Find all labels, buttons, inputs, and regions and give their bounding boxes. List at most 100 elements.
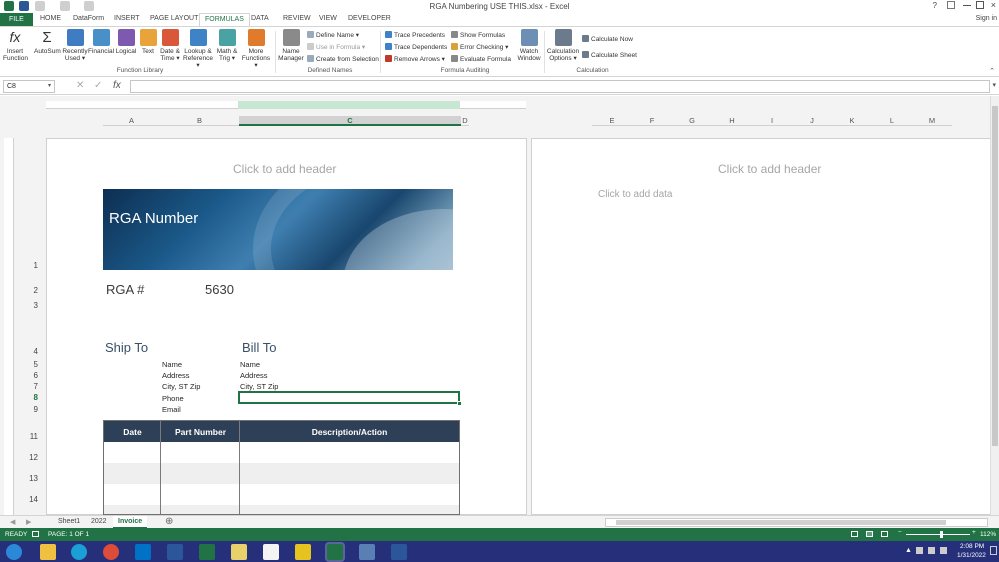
ship-city-field[interactable]: City, ST Zip	[162, 382, 200, 391]
tab-file[interactable]: FILE	[0, 13, 33, 26]
clock-date[interactable]: 1/31/2022	[957, 552, 986, 559]
next-sheet-icon[interactable]: ▶	[26, 518, 31, 526]
bill-name-field[interactable]: Name	[240, 360, 260, 369]
watch-window-button[interactable]: Watch Window	[516, 29, 542, 62]
trace-precedents-button[interactable]: Trace Precedents	[385, 31, 445, 39]
remote-desktop-icon[interactable]	[359, 544, 375, 560]
more-functions-button[interactable]: More Functions ▾	[240, 29, 272, 69]
previous-sheet-icon[interactable]: ◀	[10, 518, 15, 526]
volume-icon[interactable]	[928, 547, 935, 554]
table-row[interactable]	[104, 484, 459, 505]
row-header-13[interactable]: 13	[0, 474, 38, 483]
column-header-i[interactable]: I	[752, 116, 792, 126]
tray-arrow-icon[interactable]: ▲	[905, 547, 912, 554]
calculate-sheet-button[interactable]: Calculate Sheet	[582, 51, 637, 59]
puzzle-app-icon[interactable]	[263, 544, 279, 560]
formula-input[interactable]	[130, 80, 990, 93]
battery-icon[interactable]	[940, 547, 947, 554]
zoom-in-icon[interactable]: +	[972, 529, 976, 536]
add-data-placeholder[interactable]: Click to add data	[598, 189, 673, 200]
logical-button[interactable]: Logical	[114, 29, 138, 55]
row-header-4[interactable]: 4	[0, 347, 38, 356]
new-sheet-icon[interactable]: ⊕	[165, 516, 173, 527]
vertical-scrollbar[interactable]	[990, 96, 999, 515]
tab-insert[interactable]: INSERT	[114, 15, 140, 22]
row-header-8[interactable]: 8	[0, 393, 38, 402]
column-header-c[interactable]: C	[239, 116, 461, 126]
start-button-icon[interactable]	[6, 544, 22, 560]
ship-phone-field[interactable]: Phone	[162, 394, 184, 403]
sign-in-link[interactable]: Sign in	[976, 15, 997, 22]
column-header-g[interactable]: G	[672, 116, 712, 126]
column-header-f[interactable]: F	[632, 116, 672, 126]
financial-button[interactable]: Financial	[88, 29, 114, 55]
tab-formulas[interactable]: FORMULAS	[199, 13, 250, 27]
help-icon[interactable]: ?	[933, 1, 937, 10]
restore-icon[interactable]	[976, 1, 984, 9]
ship-address-field[interactable]: Address	[162, 371, 190, 380]
notifications-icon[interactable]	[990, 546, 997, 555]
page-layout-view-icon[interactable]	[866, 531, 873, 537]
row-header-2[interactable]: 2	[0, 286, 38, 295]
column-header-k[interactable]: K	[832, 116, 872, 126]
trace-dependents-button[interactable]: Trace Dependents	[385, 43, 447, 51]
row-header-5[interactable]: 5	[0, 360, 38, 369]
column-header-j[interactable]: J	[792, 116, 832, 126]
row-header-14[interactable]: 14	[0, 495, 38, 504]
tab-view[interactable]: VIEW	[319, 15, 337, 22]
file-explorer-icon[interactable]	[40, 544, 56, 560]
calculate-now-button[interactable]: Calculate Now	[582, 35, 633, 43]
enter-icon[interactable]: ✓	[94, 80, 102, 91]
sheet-tab-2022[interactable]: 2022	[91, 518, 107, 525]
sheet-tab-sheet1[interactable]: Sheet1	[58, 518, 80, 525]
bill-city-field[interactable]: City, ST Zip	[240, 382, 278, 391]
bill-address-field[interactable]: Address	[240, 371, 268, 380]
normal-view-icon[interactable]	[851, 531, 858, 537]
tab-review[interactable]: REVIEW	[283, 15, 311, 22]
column-header-l[interactable]: L	[872, 116, 912, 126]
table-row[interactable]	[104, 463, 459, 484]
table-row[interactable]	[104, 442, 459, 463]
remove-arrows-button[interactable]: Remove Arrows ▾	[385, 55, 445, 63]
tab-home[interactable]: HOME	[40, 15, 61, 22]
tab-data[interactable]: DATA	[251, 15, 269, 22]
table-row[interactable]	[104, 505, 459, 514]
row-header-6[interactable]: 6	[0, 371, 38, 380]
network-icon[interactable]	[916, 547, 923, 554]
edge-icon[interactable]	[71, 544, 87, 560]
word-icon[interactable]	[167, 544, 183, 560]
outlook-icon[interactable]	[135, 544, 151, 560]
cancel-icon[interactable]: ✕	[76, 80, 84, 91]
minimize-icon[interactable]	[963, 5, 971, 6]
insert-function-icon[interactable]: fx	[113, 80, 121, 91]
tab-developer[interactable]: DEVELOPER	[348, 15, 391, 22]
use-in-formula-button[interactable]: Use in Formula ▾	[307, 43, 365, 51]
column-header-b[interactable]: B	[160, 116, 239, 126]
word-active-icon[interactable]	[391, 544, 407, 560]
horizontal-scrollbar-thumb[interactable]	[616, 520, 946, 525]
recently-used-button[interactable]: Recently Used ▾	[62, 29, 88, 62]
name-box-dropdown-icon[interactable]: ▾	[48, 82, 51, 89]
page-break-view-icon[interactable]	[881, 531, 888, 537]
ship-email-field[interactable]: Email	[162, 405, 181, 414]
column-header-h[interactable]: H	[712, 116, 752, 126]
date-time-button[interactable]: Date & Time ▾	[158, 29, 182, 62]
zoom-out-icon[interactable]: −	[898, 529, 902, 536]
error-checking-button[interactable]: Error Checking ▾	[451, 43, 508, 51]
tab-page-layout[interactable]: PAGE LAYOUT	[150, 15, 198, 22]
selected-cell-c8[interactable]	[238, 391, 460, 404]
zoom-level[interactable]: 112%	[980, 531, 996, 538]
evaluate-formula-button[interactable]: Evaluate Formula	[451, 55, 511, 63]
expand-formula-bar-icon[interactable]: ▾	[992, 81, 996, 89]
insert-function-button[interactable]: fx Insert Function	[3, 29, 28, 62]
macro-record-icon[interactable]	[32, 531, 39, 537]
excel-taskbar-icon[interactable]	[199, 544, 215, 560]
math-trig-button[interactable]: Math & Trig ▾	[215, 29, 239, 62]
excel-active-icon[interactable]	[327, 544, 343, 560]
column-header-a[interactable]: A	[103, 116, 160, 126]
autosum-button[interactable]: Σ AutoSum	[34, 29, 61, 55]
collapse-ribbon-icon[interactable]: ⌃	[989, 67, 995, 75]
column-header-e[interactable]: E	[592, 116, 632, 126]
folder-icon[interactable]	[231, 544, 247, 560]
text-button[interactable]: Text	[139, 29, 157, 55]
